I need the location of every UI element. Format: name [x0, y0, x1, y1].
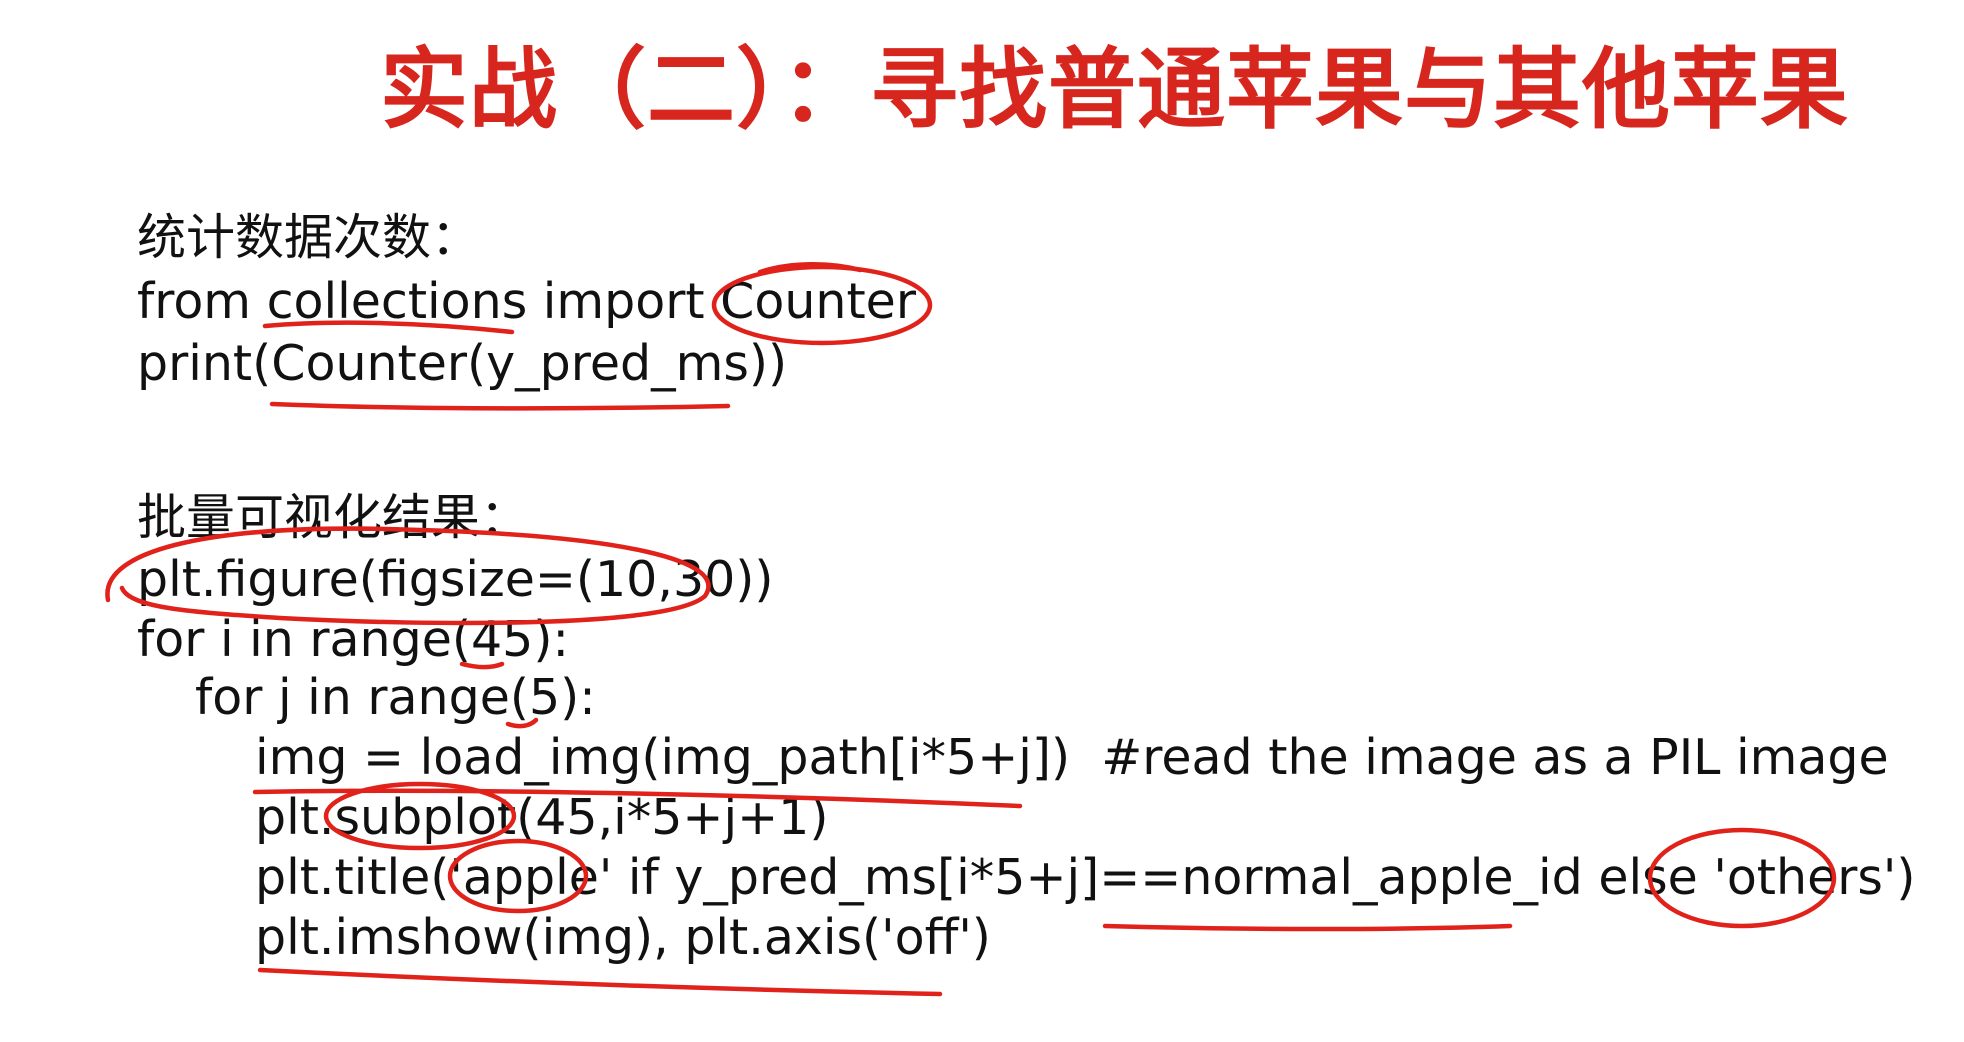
- code-line-subplot: plt.subplot(45,i*5+j+1): [255, 789, 829, 846]
- code-line-print: print(Counter(y_pred_ms)): [137, 335, 788, 392]
- underline-normal-apple-id: [1102, 923, 1513, 932]
- code-line-for-j: for j in range(5):: [195, 669, 596, 726]
- slide-title: 实战（二）：寻找普通苹果与其他苹果: [380, 38, 1850, 141]
- underline-imshow: [257, 967, 943, 997]
- underline-counter-call: [269, 401, 731, 411]
- code-line-figure: plt.figure(figsize=(10,30)): [137, 551, 774, 608]
- code-line-load-img: img = load_img(img_path[i*5+j]) #read th…: [255, 729, 1889, 786]
- circle-counter-tail: [757, 261, 863, 275]
- section-heading-visualize: 批量可视化结果：: [137, 489, 530, 546]
- code-line-for-i: for i in range(45):: [137, 611, 569, 668]
- slide: 实战（二）：寻找普通苹果与其他苹果 统计数据次数： from collectio…: [0, 0, 1964, 1042]
- code-line-import: from collections import Counter: [137, 273, 916, 330]
- code-line-title: plt.title('apple' if y_pred_ms[i*5+j]==n…: [255, 849, 1916, 906]
- section-heading-count: 统计数据次数：: [137, 209, 481, 266]
- code-line-imshow: plt.imshow(img), plt.axis('off'): [255, 909, 991, 966]
